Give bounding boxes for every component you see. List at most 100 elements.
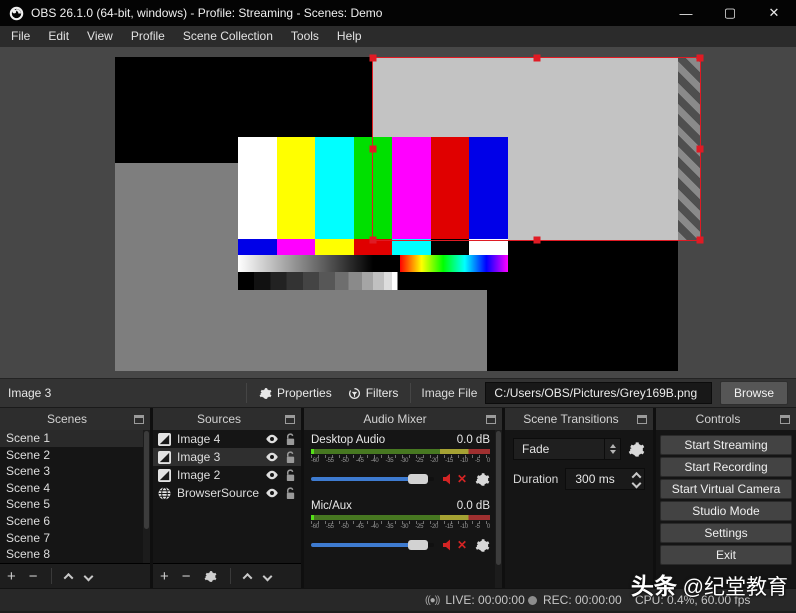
start-recording-button[interactable]: Start Recording [660, 457, 792, 477]
selection-handle-topcenter[interactable] [533, 55, 540, 62]
scene-list-item[interactable]: Scene 3 [0, 463, 150, 480]
maximize-button[interactable]: ▢ [708, 0, 752, 26]
audio-mixer-panel: Audio Mixer Desktop Audio 0.0 dB -60-55-… [304, 408, 502, 588]
selection-handle-topleft[interactable] [370, 55, 377, 62]
properties-button[interactable]: Properties [255, 384, 336, 402]
meter-scale-tick: -30 [400, 458, 408, 466]
eye-visible-icon[interactable] [265, 451, 279, 463]
selection-handle-topright[interactable] [697, 55, 704, 62]
controls-body: Start Streaming Start Recording Start Vi… [656, 430, 796, 588]
settings-button[interactable]: Settings [660, 523, 792, 543]
scene-list-item[interactable]: Scene 4 [0, 480, 150, 497]
dock-float-icon[interactable] [637, 415, 647, 424]
volume-slider[interactable] [311, 477, 434, 481]
minimize-button[interactable]: — [664, 0, 708, 26]
mixer-scrollbar[interactable] [495, 430, 502, 588]
eye-visible-icon[interactable] [265, 433, 279, 445]
transition-selected-value: Fade [514, 442, 604, 456]
lock-unlocked-icon[interactable] [285, 433, 296, 446]
volume-slider-handle[interactable] [408, 474, 428, 484]
selection-handle-midright[interactable] [697, 146, 704, 153]
dock-float-icon[interactable] [134, 415, 144, 424]
eye-visible-icon[interactable] [265, 469, 279, 481]
menu-tools[interactable]: Tools [282, 26, 328, 47]
source-name: Image 3 [177, 450, 259, 464]
image-source-icon [158, 433, 171, 446]
controls-header[interactable]: Controls [656, 408, 796, 430]
lock-unlocked-icon[interactable] [285, 487, 296, 500]
mute-button[interactable]: ✕ [442, 472, 467, 486]
scene-list-item[interactable]: Scene 2 [0, 447, 150, 464]
scene-list-item[interactable]: Scene 1 [0, 430, 150, 447]
scenes-panel-header[interactable]: Scenes [0, 408, 150, 430]
source-properties-button[interactable] [204, 570, 217, 583]
sources-panel: Sources Image 4 Image 3 I [153, 408, 301, 588]
source-list-item[interactable]: Image 2 [153, 466, 301, 484]
meter-scale-tick: -35 [386, 458, 394, 466]
gear-icon[interactable] [475, 472, 490, 487]
move-scene-down-button[interactable] [85, 573, 92, 580]
meter-scale-tick: -30 [400, 524, 408, 532]
lock-unlocked-icon[interactable] [285, 469, 296, 482]
source-list-item-selected[interactable]: Image 3 [153, 448, 301, 466]
sources-panel-header[interactable]: Sources [153, 408, 301, 430]
start-virtual-camera-button[interactable]: Start Virtual Camera [660, 479, 792, 499]
browse-button[interactable]: Browse [720, 381, 788, 405]
start-streaming-button[interactable]: Start Streaming [660, 435, 792, 455]
scene-list-item[interactable]: Scene 8 [0, 546, 150, 563]
dock-float-icon[interactable] [780, 415, 790, 424]
mute-button[interactable]: ✕ [442, 538, 467, 552]
menu-help[interactable]: Help [328, 26, 371, 47]
meter-scale-tick: -5 [475, 524, 480, 532]
filters-button[interactable]: Filters [344, 384, 403, 402]
scene-list-item[interactable]: Scene 6 [0, 513, 150, 530]
remove-scene-button[interactable]: − [29, 569, 38, 584]
menu-file[interactable]: File [2, 26, 39, 47]
exit-button[interactable]: Exit [660, 545, 792, 565]
transition-select-spinner[interactable] [604, 439, 620, 459]
scenes-panel-title: Scenes [0, 412, 134, 426]
speaker-muted-icon [442, 472, 456, 486]
remove-source-button[interactable]: − [182, 569, 191, 584]
transition-select[interactable]: Fade [513, 438, 621, 460]
add-source-button[interactable]: + [160, 569, 169, 584]
menu-edit[interactable]: Edit [39, 26, 78, 47]
move-scene-up-button[interactable] [65, 573, 72, 580]
studio-mode-button[interactable]: Studio Mode [660, 501, 792, 521]
gear-icon[interactable] [475, 538, 490, 553]
duration-spin-arrows[interactable] [628, 472, 644, 487]
audio-mixer-header[interactable]: Audio Mixer [304, 408, 502, 430]
volume-slider-handle[interactable] [408, 540, 428, 550]
selection-bounding-box[interactable] [372, 57, 701, 241]
move-source-down-button[interactable] [264, 573, 271, 580]
move-source-up-button[interactable] [244, 573, 251, 580]
transition-gear-icon[interactable] [628, 441, 645, 458]
dock-float-icon[interactable] [486, 415, 496, 424]
scenes-scrollbar[interactable] [143, 430, 150, 563]
source-list-item[interactable]: Image 4 [153, 430, 301, 448]
menu-profile[interactable]: Profile [122, 26, 174, 47]
meter-scale-tick: -5 [475, 458, 480, 466]
menu-scene-collection[interactable]: Scene Collection [174, 26, 282, 47]
volume-slider[interactable] [311, 543, 434, 547]
selection-handle-bottomleft[interactable] [370, 237, 377, 244]
duration-spinbox[interactable]: 300 ms [565, 468, 645, 490]
eye-visible-icon[interactable] [265, 487, 279, 499]
source-list-item[interactable]: BrowserSource [153, 484, 301, 502]
selection-handle-bottomcenter[interactable] [533, 237, 540, 244]
meter-scale-tick: -25 [415, 524, 423, 532]
dock-float-icon[interactable] [285, 415, 295, 424]
add-scene-button[interactable]: + [7, 569, 16, 584]
selection-handle-midleft[interactable] [370, 146, 377, 153]
preview-area[interactable] [0, 47, 796, 378]
watermark-rest: @纪堂教育 [677, 576, 788, 599]
scene-list-item[interactable]: Scene 5 [0, 496, 150, 513]
close-button[interactable]: ✕ [752, 0, 796, 26]
image-file-input[interactable] [485, 382, 712, 404]
scene-list-item[interactable]: Scene 7 [0, 530, 150, 547]
selection-handle-bottomright[interactable] [697, 237, 704, 244]
lock-unlocked-icon[interactable] [285, 451, 296, 464]
scene-transitions-header[interactable]: Scene Transitions [505, 408, 653, 430]
meter-scale-tick: -50 [341, 524, 349, 532]
menu-view[interactable]: View [78, 26, 122, 47]
